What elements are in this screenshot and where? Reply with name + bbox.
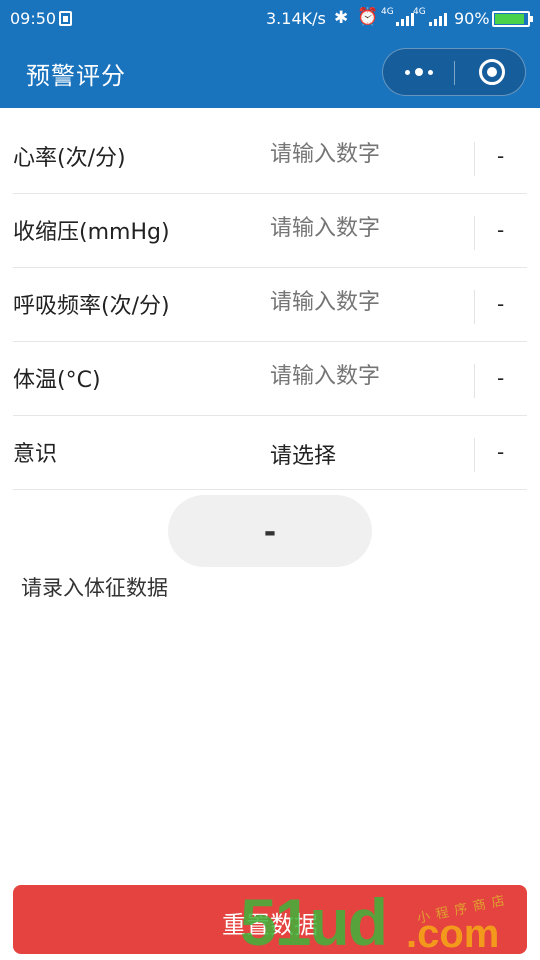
heart-rate-score: -: [497, 144, 505, 168]
battery-saver-icon: [59, 11, 72, 26]
bluetooth-icon: ✱: [334, 8, 349, 28]
target-circle-icon[interactable]: [479, 59, 505, 85]
battery-level: [495, 14, 524, 24]
form-row-heart-rate: 心率(次/分) -: [13, 120, 527, 194]
row-divider: [474, 438, 475, 472]
row-divider: [474, 290, 475, 324]
alarm-icon: ⏰: [357, 7, 379, 27]
row-divider: [474, 216, 475, 250]
network-speed: 3.14K/s: [266, 9, 326, 28]
network-type-2: 4G: [413, 7, 426, 17]
row-divider: [474, 364, 475, 398]
status-bar: 09:50 3.14K/s ✱ ⏰ 4G 4G 90%: [0, 0, 540, 38]
reset-data-button[interactable]: 重置数据: [13, 885, 527, 954]
temperature-input[interactable]: [270, 364, 470, 389]
network-type-1: 4G: [381, 7, 394, 17]
temperature-label: 体温(°C): [13, 368, 101, 393]
respiration-score: -: [497, 292, 505, 316]
total-score-value: -: [263, 515, 277, 550]
consciousness-score: -: [497, 440, 505, 464]
heart-rate-label: 心率(次/分): [13, 146, 126, 171]
battery-icon: [492, 11, 533, 27]
total-score-pill: -: [168, 495, 372, 567]
form-row-consciousness: 意识 请选择 -: [13, 416, 527, 490]
more-dots-icon[interactable]: [383, 49, 454, 95]
battery-percent: 90%: [454, 9, 490, 28]
mini-program-capsule: [382, 48, 526, 96]
signal-bars-2-icon: [429, 13, 447, 26]
temperature-score: -: [497, 366, 505, 390]
reset-button-label: 重置数据: [222, 911, 318, 939]
row-divider: [474, 142, 475, 176]
consciousness-label: 意识: [13, 442, 58, 467]
form-row-temperature: 体温(°C) -: [13, 342, 527, 416]
capsule-divider: [454, 61, 455, 85]
systolic-label: 收缩压(mmHg): [13, 220, 170, 245]
systolic-input[interactable]: [270, 216, 470, 241]
consciousness-select[interactable]: 请选择: [270, 438, 470, 470]
respiration-input[interactable]: [270, 290, 470, 315]
respiration-label: 呼吸频率(次/分): [13, 294, 170, 319]
heart-rate-input[interactable]: [270, 142, 470, 167]
form-row-respiration: 呼吸频率(次/分) -: [13, 268, 527, 342]
page-title: 预警评分: [26, 62, 126, 90]
status-hint: 请录入体征数据: [21, 576, 168, 600]
form-row-systolic: 收缩压(mmHg) -: [13, 194, 527, 268]
status-time: 09:50: [10, 9, 57, 28]
vital-signs-form: 心率(次/分) - 收缩压(mmHg) - 呼吸频率(次/分) - 体温(°C)…: [13, 120, 527, 490]
systolic-score: -: [497, 218, 505, 242]
